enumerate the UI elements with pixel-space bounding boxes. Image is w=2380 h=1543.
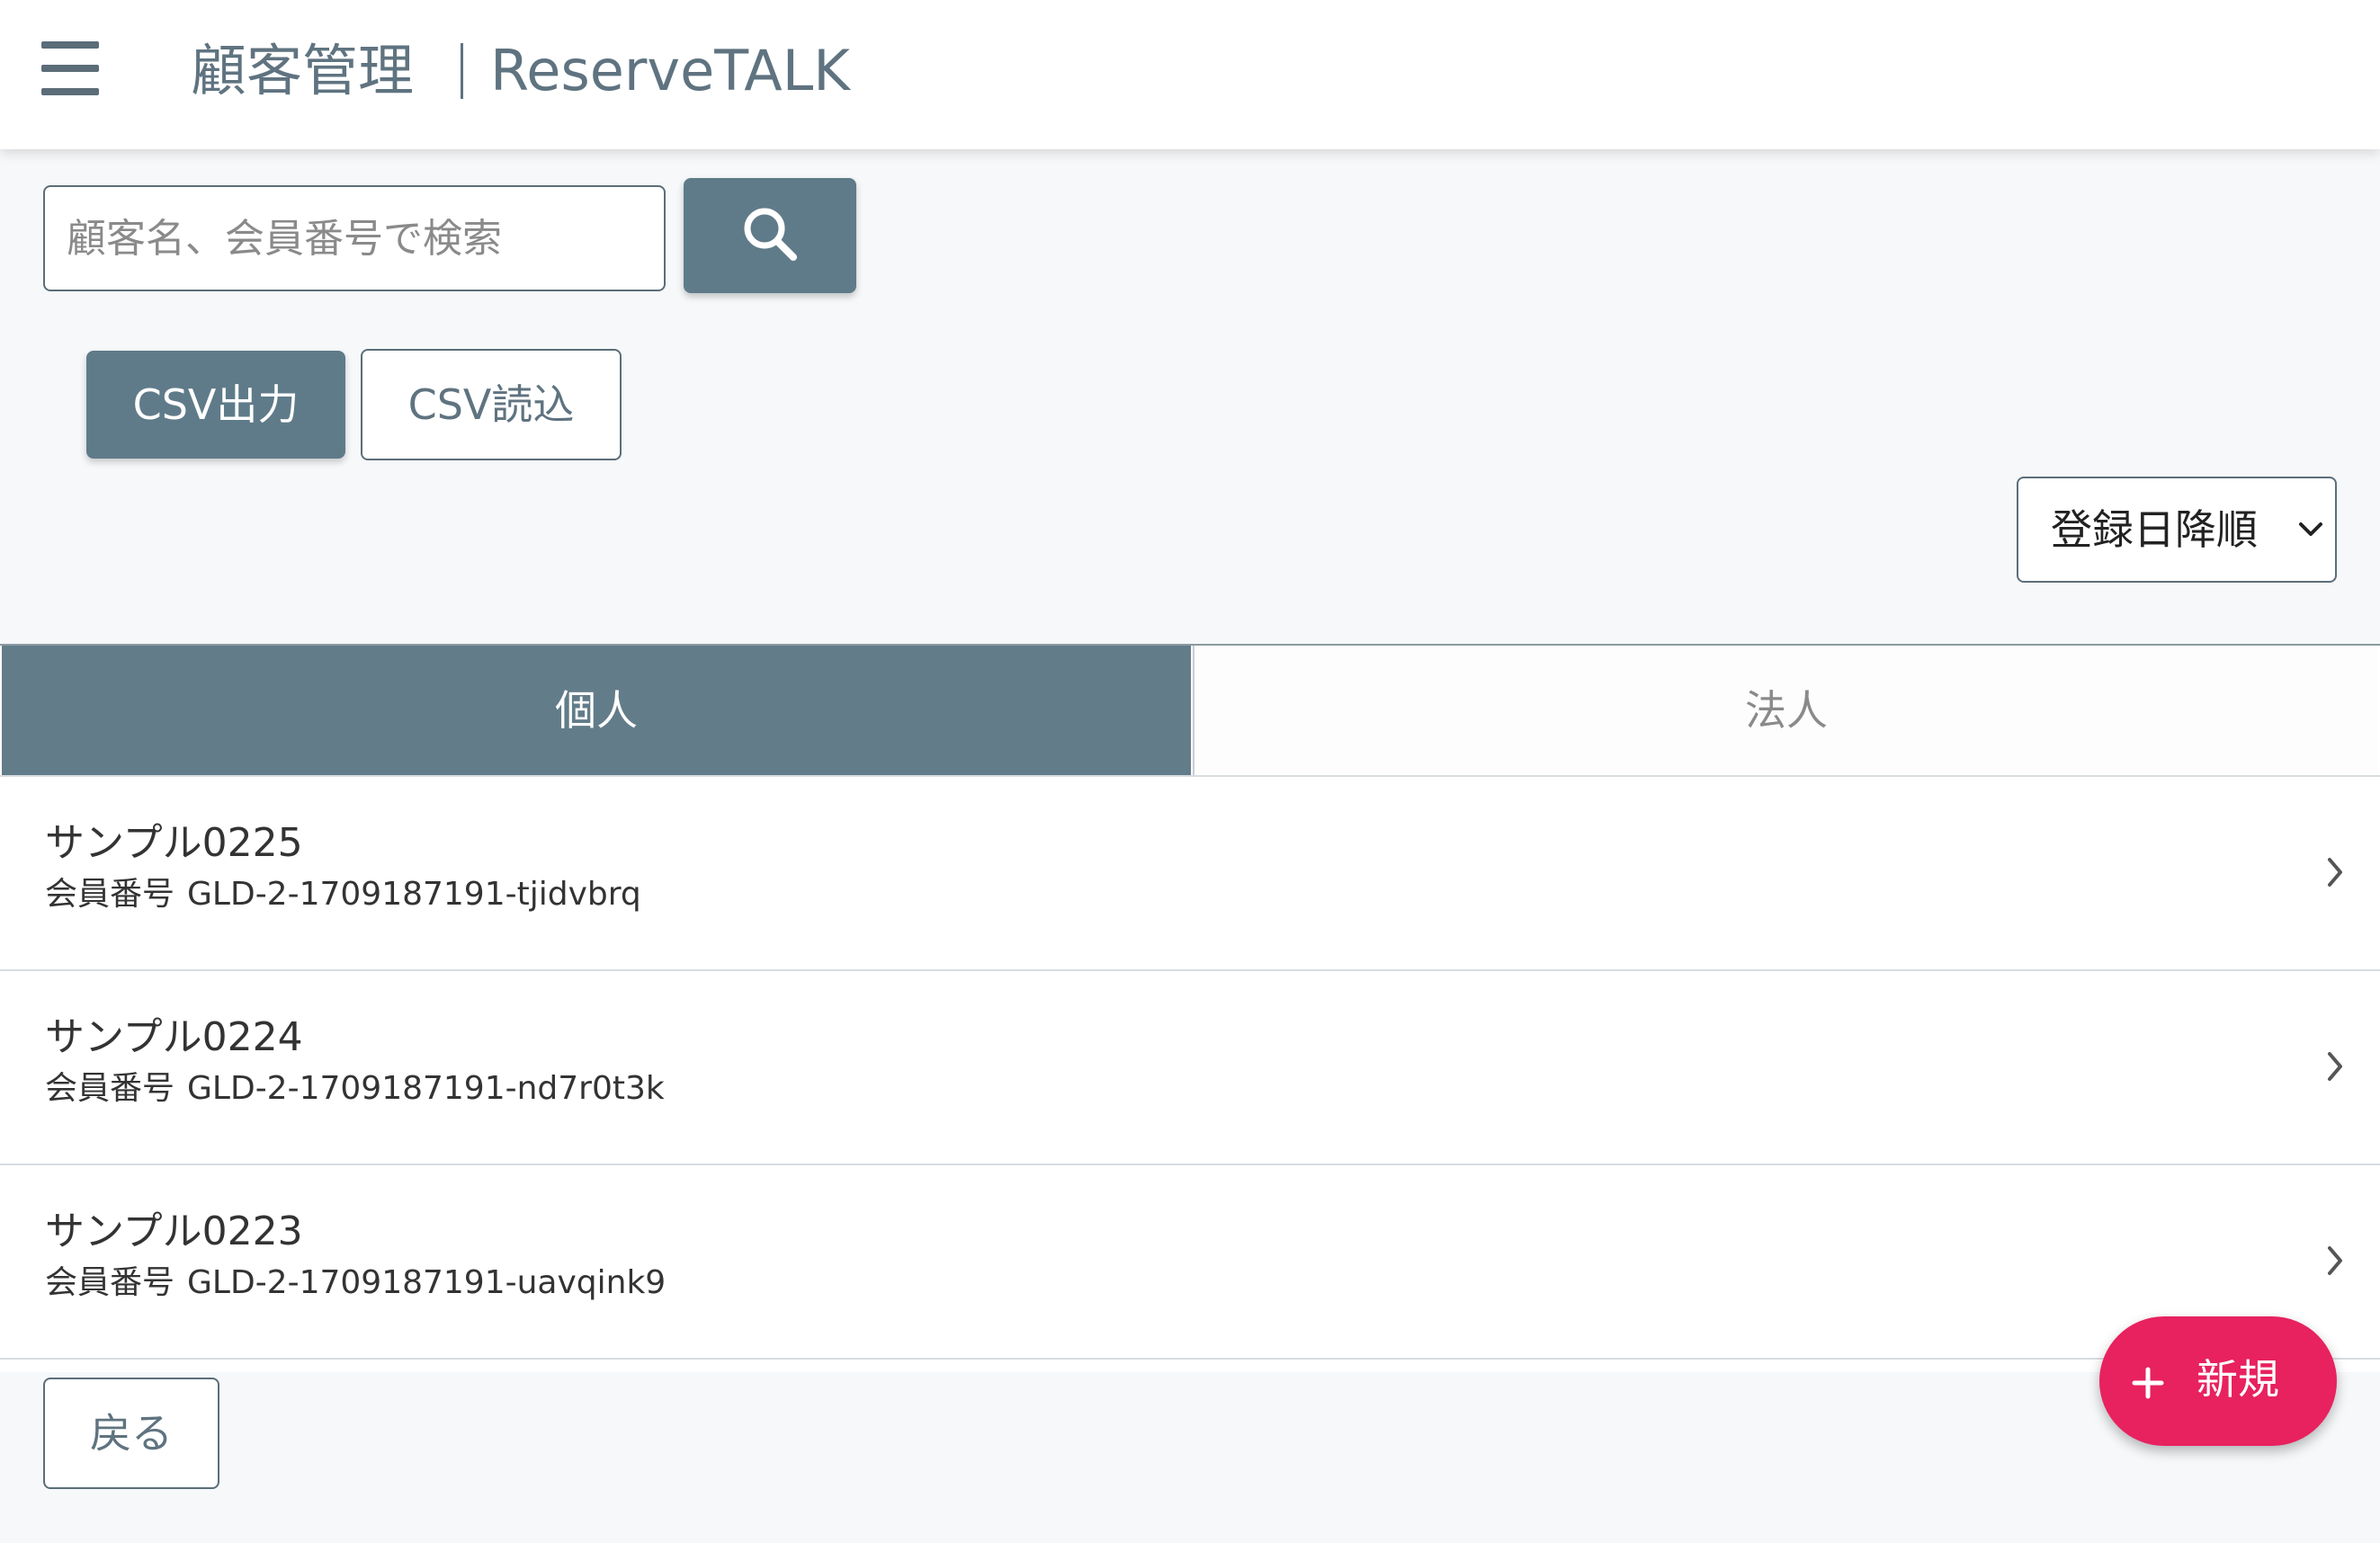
csv-import-button[interactable]: CSV読込	[361, 349, 622, 460]
member-number-value: GLD-2-1709187191-uavqink9	[187, 1264, 667, 1301]
page-title: 顧客管理 ReserveTALK	[191, 32, 850, 110]
page-title-text: 顧客管理	[191, 38, 415, 103]
member-number: 会員番号 GLD-2-1709187191-nd7r0t3k	[45, 1068, 665, 1110]
search-icon	[744, 208, 797, 261]
csv-export-button[interactable]: CSV出力	[86, 351, 345, 459]
member-number-value: GLD-2-1709187191-tjidvbrq	[187, 876, 641, 913]
customer-type-tabs: 個人 法人	[0, 644, 2380, 777]
new-customer-button[interactable]: 新規	[2099, 1316, 2337, 1446]
member-number-label: 会員番号	[45, 876, 175, 913]
tab-corporate[interactable]: 法人	[1193, 646, 2378, 775]
app-header: 顧客管理 ReserveTALK	[0, 0, 2380, 149]
chevron-right-icon	[2328, 1246, 2342, 1275]
tab-individual[interactable]: 個人	[2, 646, 1191, 775]
customer-list: サンプル0225 会員番号 GLD-2-1709187191-tjidvbrq サ…	[0, 777, 2380, 1372]
sort-select[interactable]: 登録日降順	[2017, 477, 2337, 583]
hamburger-menu-icon[interactable]	[41, 41, 99, 95]
app-name: ReserveTALK	[490, 38, 850, 103]
customer-list-item[interactable]: サンプル0225 会員番号 GLD-2-1709187191-tjidvbrq	[0, 777, 2380, 971]
customer-list-item[interactable]: サンプル0223 会員番号 GLD-2-1709187191-uavqink9	[0, 1165, 2380, 1360]
member-number-value: GLD-2-1709187191-nd7r0t3k	[187, 1070, 665, 1107]
chevron-down-icon	[2299, 522, 2322, 536]
customer-name: サンプル0223	[45, 1209, 303, 1254]
title-divider	[461, 42, 464, 99]
back-button[interactable]: 戻る	[43, 1378, 219, 1489]
member-number: 会員番号 GLD-2-1709187191-tjidvbrq	[45, 874, 641, 915]
customer-name: サンプル0224	[45, 1014, 303, 1060]
plus-icon	[2132, 1367, 2164, 1399]
member-number: 会員番号 GLD-2-1709187191-uavqink9	[45, 1262, 666, 1304]
customer-name: サンプル0225	[45, 820, 303, 866]
customer-list-item[interactable]: サンプル0224 会員番号 GLD-2-1709187191-nd7r0t3k	[0, 971, 2380, 1165]
member-number-label: 会員番号	[45, 1070, 175, 1107]
search-button[interactable]	[684, 178, 856, 293]
search-input[interactable]	[43, 185, 666, 291]
sort-selected-value: 登録日降順	[2051, 505, 2258, 554]
member-number-label: 会員番号	[45, 1264, 175, 1301]
chevron-right-icon	[2328, 858, 2342, 887]
chevron-right-icon	[2328, 1052, 2342, 1081]
new-button-label: 新規	[2197, 1355, 2279, 1404]
